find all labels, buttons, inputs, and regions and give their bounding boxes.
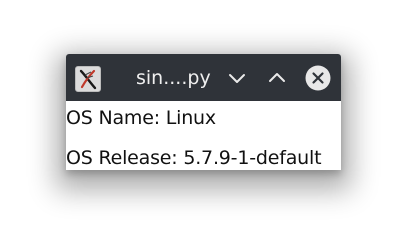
chevron-down-icon[interactable] xyxy=(224,65,250,91)
os-name-label: OS Name: Linux xyxy=(66,107,216,129)
window-title: sin....py xyxy=(136,67,211,89)
app-window: sin....py OS Name: Linux OS Release: 5.7… xyxy=(66,54,341,170)
title-bar[interactable]: sin....py xyxy=(66,54,341,101)
close-circle-icon[interactable] xyxy=(305,65,331,91)
window-content: OS Name: Linux OS Release: 5.7.9-1-defau… xyxy=(66,101,341,170)
chevron-up-icon[interactable] xyxy=(264,65,290,91)
os-release-label: OS Release: 5.7.9-1-default xyxy=(66,147,322,169)
tk-feather-icon[interactable] xyxy=(75,66,101,92)
